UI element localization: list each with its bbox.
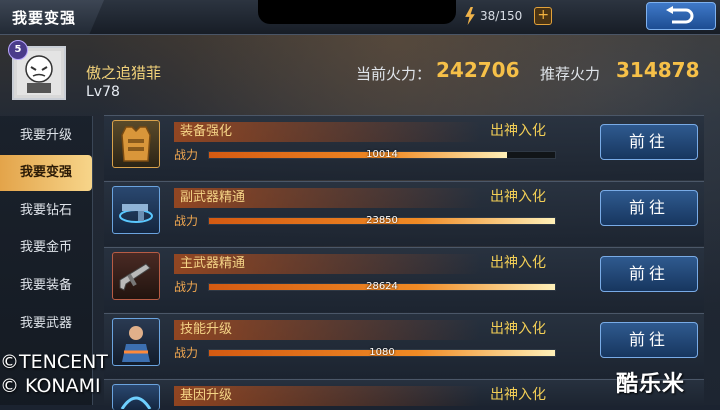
energy-counter: 38/150 + bbox=[464, 6, 553, 26]
player-level: Lv78 bbox=[86, 84, 120, 100]
player-name: 傲之追猎菲 bbox=[86, 64, 162, 82]
power-label: 战力 bbox=[174, 148, 199, 162]
go-button[interactable]: 前往 bbox=[600, 256, 698, 292]
power-bar: 23850 bbox=[208, 215, 556, 226]
row-status: 出神入化 bbox=[490, 255, 546, 271]
power-label: 战力 bbox=[174, 280, 199, 294]
rifle-icon bbox=[112, 252, 160, 300]
power-value: 23850 bbox=[366, 215, 398, 226]
row-title: 装备强化 bbox=[174, 122, 480, 142]
sidebar-item-get-stronger[interactable]: 我要变强 bbox=[0, 155, 92, 191]
sidebar-item-weapons[interactable]: 我要武器 bbox=[0, 306, 92, 342]
go-button[interactable]: 前往 bbox=[600, 124, 698, 160]
sidebar-item-gold[interactable]: 我要金币 bbox=[0, 230, 92, 266]
recommended-power-value: 314878 bbox=[616, 58, 700, 82]
soldier-skill-icon bbox=[112, 318, 160, 366]
row-title: 副武器精通 bbox=[174, 188, 480, 208]
return-arrow-icon bbox=[666, 6, 694, 24]
go-button[interactable]: 前往 bbox=[600, 190, 698, 226]
energy-value: 38/150 bbox=[480, 9, 523, 23]
sidebar-item-equipment[interactable]: 我要装备 bbox=[0, 268, 92, 304]
vip-level-badge: 5 bbox=[8, 40, 28, 60]
armor-vest-icon bbox=[112, 120, 160, 168]
list-item: 主武器精通 出神入化 战力 28624 前往 bbox=[104, 247, 704, 312]
row-title: 技能升级 bbox=[174, 320, 480, 340]
row-title: 主武器精通 bbox=[174, 254, 480, 274]
recommended-power-label: 推荐火力 bbox=[540, 65, 601, 83]
power-bar: 28624 bbox=[208, 281, 556, 292]
page-title: 我要变强 bbox=[0, 0, 104, 34]
device-notch bbox=[258, 0, 456, 24]
power-value: 28624 bbox=[366, 281, 398, 292]
list-item: 技能升级 出神入化 战力 1080 前往 bbox=[104, 313, 704, 378]
site-watermark: 酷乐米 bbox=[616, 372, 686, 397]
list-item: 基因升级 出神入化 bbox=[104, 379, 704, 410]
back-button[interactable] bbox=[646, 2, 716, 30]
power-value: 1080 bbox=[369, 347, 395, 358]
top-bar: 我要变强 38/150 + bbox=[0, 0, 720, 35]
sidebar-item-level-up[interactable]: 我要升级 bbox=[0, 118, 92, 154]
power-bar: 10014 bbox=[208, 149, 556, 160]
row-status: 出神入化 bbox=[490, 387, 546, 403]
row-title: 基因升级 bbox=[174, 386, 480, 406]
gene-icon bbox=[112, 384, 160, 410]
current-power-label: 当前火力： bbox=[356, 65, 432, 83]
list-item: 副武器精通 出神入化 战力 23850 前往 bbox=[104, 181, 704, 246]
sidebar-item-diamonds[interactable]: 我要钻石 bbox=[0, 193, 92, 229]
power-label: 战力 bbox=[174, 214, 199, 228]
secondary-weapon-icon bbox=[112, 186, 160, 234]
current-power-value: 242706 bbox=[436, 58, 520, 82]
power-label: 战力 bbox=[174, 346, 199, 360]
add-energy-button[interactable]: + bbox=[534, 7, 553, 25]
row-status: 出神入化 bbox=[490, 321, 546, 337]
lightning-icon bbox=[465, 7, 475, 25]
power-bar: 1080 bbox=[208, 347, 556, 358]
row-status: 出神入化 bbox=[490, 189, 546, 205]
copyright-konami: © KONAMI bbox=[0, 375, 101, 397]
row-status: 出神入化 bbox=[490, 123, 546, 139]
copyright-watermark: ©TENCENT © KONAMI bbox=[0, 350, 108, 398]
copyright-tencent: ©TENCENT bbox=[0, 351, 108, 373]
go-button[interactable]: 前往 bbox=[600, 322, 698, 358]
list-item: 装备强化 出神入化 战力 10014 前往 bbox=[104, 115, 704, 180]
power-value: 10014 bbox=[366, 149, 398, 160]
